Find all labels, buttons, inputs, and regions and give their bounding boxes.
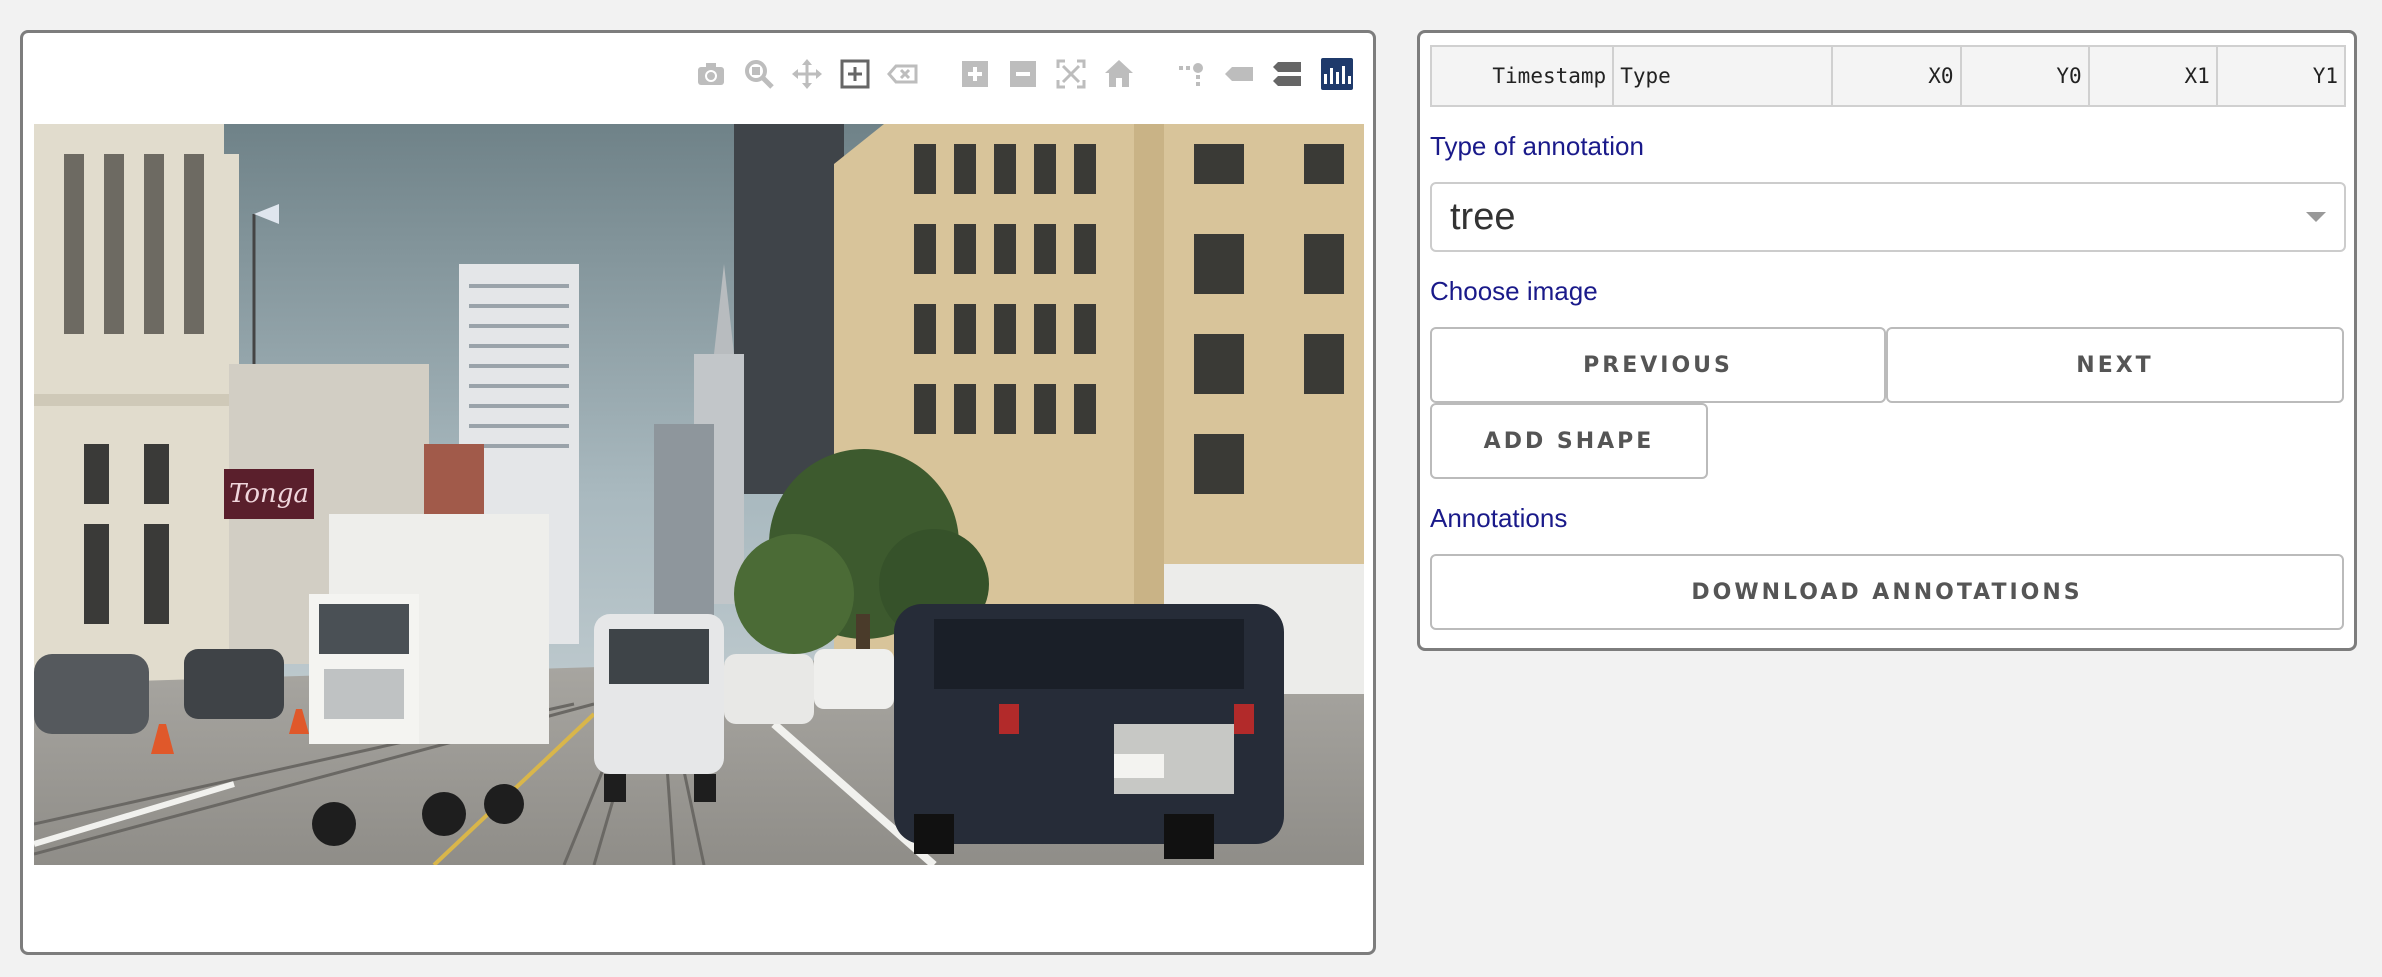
modebar: [683, 53, 1353, 95]
pan-icon[interactable]: [787, 54, 827, 94]
add-shape-button[interactable]: ADD SHAPE: [1430, 403, 1708, 479]
download-annotations-button[interactable]: DOWNLOAD ANNOTATIONS: [1430, 554, 2344, 630]
camera-icon[interactable]: [691, 54, 731, 94]
reset-axes-icon[interactable]: [1099, 54, 1139, 94]
zoom-in-icon[interactable]: [955, 54, 995, 94]
graph-panel: Tonga: [20, 30, 1376, 955]
plotly-logo-icon[interactable]: [1321, 58, 1353, 90]
col-x1[interactable]: X1: [2087, 45, 2218, 107]
type-dropdown-value: tree: [1450, 195, 1516, 238]
hover-closest-icon[interactable]: [1219, 54, 1259, 94]
col-x0[interactable]: X0: [1831, 45, 1962, 107]
spike-lines-icon[interactable]: [1171, 54, 1211, 94]
annotations-table: Timestamp Type X0 Y0 X1 Y1: [1429, 45, 2347, 107]
storefront-sign: Tonga: [229, 479, 309, 509]
street-image[interactable]: Tonga: [34, 124, 1364, 865]
zoom-out-icon[interactable]: [1003, 54, 1043, 94]
col-y0[interactable]: Y0: [1959, 45, 2090, 107]
table-header-row: Timestamp Type X0 Y0 X1 Y1: [1429, 45, 2347, 107]
box-select-icon[interactable]: [835, 54, 875, 94]
annotations-label: Annotations: [1430, 503, 1568, 533]
next-button[interactable]: NEXT: [1886, 327, 2344, 403]
lasso-erase-icon[interactable]: [883, 54, 923, 94]
choose-image-label: Choose image: [1430, 276, 1598, 306]
hover-compare-icon[interactable]: [1267, 54, 1307, 94]
previous-button[interactable]: PREVIOUS: [1430, 327, 1886, 403]
annotation-panel: Timestamp Type X0 Y0 X1 Y1 Type of annot…: [1417, 30, 2357, 651]
col-timestamp[interactable]: Timestamp: [1429, 45, 1615, 107]
autoscale-icon[interactable]: [1051, 54, 1091, 94]
zoom-icon[interactable]: [739, 54, 779, 94]
col-y1[interactable]: Y1: [2215, 45, 2347, 107]
type-dropdown[interactable]: tree: [1430, 182, 2346, 252]
type-label: Type of annotation: [1430, 131, 1644, 161]
chevron-down-icon: [2306, 212, 2326, 222]
col-type[interactable]: Type: [1612, 45, 1834, 107]
